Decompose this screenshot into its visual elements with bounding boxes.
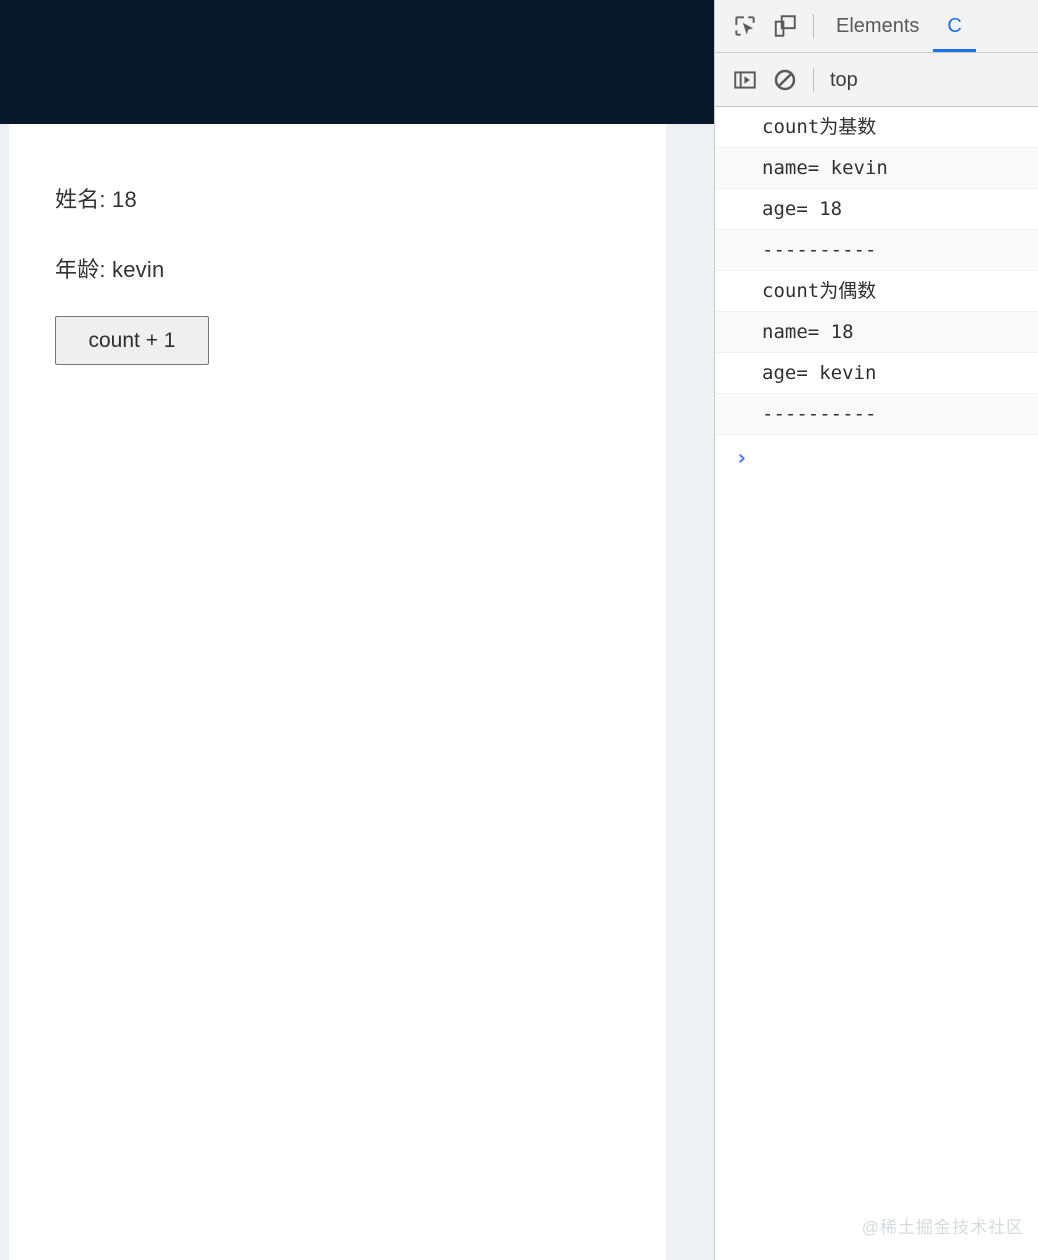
- console-message[interactable]: age= kevin: [715, 353, 1038, 394]
- console-message[interactable]: ----------: [715, 230, 1038, 271]
- devtools-tabbar: Elements C: [715, 0, 1038, 53]
- console-sidebar-icon[interactable]: [725, 60, 765, 100]
- page-dark-header: [0, 0, 714, 124]
- console-message[interactable]: name= kevin: [715, 148, 1038, 189]
- toolbar-divider: [813, 14, 814, 38]
- page-content-area: [9, 124, 666, 1260]
- browser-page-pane: 姓名: 18 年龄: kevin count + 1: [0, 0, 714, 1260]
- name-display-line: 姓名: 18: [55, 187, 137, 212]
- console-input-row[interactable]: ›: [715, 435, 1038, 481]
- tab-console[interactable]: C: [933, 1, 975, 52]
- screenshot-root: 姓名: 18 年龄: kevin count + 1 Elements C to…: [0, 0, 1038, 1260]
- console-message[interactable]: age= 18: [715, 189, 1038, 230]
- count-increment-button[interactable]: count + 1: [55, 316, 209, 365]
- console-message-list: count为基数 name= kevin age= 18 ---------- …: [715, 107, 1038, 435]
- console-prompt-chevron-icon: ›: [735, 445, 749, 471]
- console-toolbar-divider: [813, 67, 814, 92]
- console-message[interactable]: count为基数: [715, 107, 1038, 148]
- inspect-element-icon[interactable]: [725, 6, 765, 46]
- tab-elements[interactable]: Elements: [822, 1, 933, 52]
- devtools-panel: Elements C top count为基数 name= kevin age=…: [714, 0, 1038, 1260]
- watermark-text: @稀土掘金技术社区: [861, 1218, 1024, 1237]
- device-toolbar-icon[interactable]: [765, 6, 805, 46]
- page-left-gutter: [0, 124, 9, 1260]
- console-toolbar: top: [715, 53, 1038, 107]
- console-message[interactable]: name= 18: [715, 312, 1038, 353]
- age-display-line: 年龄: kevin: [55, 257, 165, 282]
- execution-context-selector[interactable]: top: [822, 54, 858, 106]
- console-message[interactable]: count为偶数: [715, 271, 1038, 312]
- clear-console-icon[interactable]: [765, 60, 805, 100]
- console-message[interactable]: ----------: [715, 394, 1038, 435]
- page-right-gutter: [666, 124, 714, 1260]
